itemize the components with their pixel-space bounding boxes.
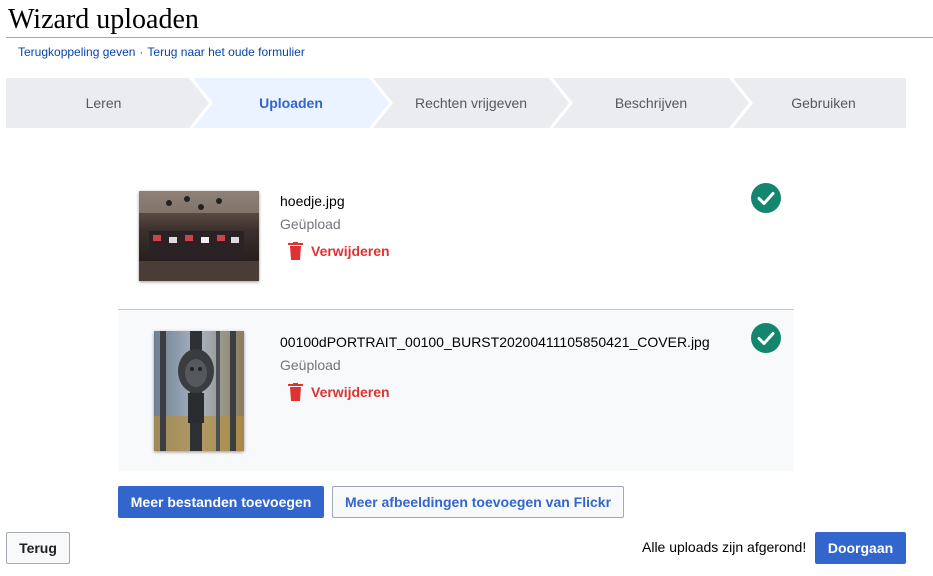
file-name: hoedje.jpg bbox=[280, 193, 345, 209]
upload-item: hoedje.jpg Geüpload Verwijderen bbox=[118, 168, 794, 308]
file-status: Geüpload bbox=[280, 216, 341, 232]
step-beschrijven: Beschrijven bbox=[614, 95, 688, 111]
add-from-flickr-button[interactable]: Meer afbeeldingen toevoegen van Flickr bbox=[332, 486, 624, 518]
file-thumbnail bbox=[154, 331, 244, 451]
remove-label: Verwijderen bbox=[311, 384, 390, 400]
add-more-files-button[interactable]: Meer bestanden toevoegen bbox=[118, 486, 324, 518]
link-separator: · bbox=[139, 45, 144, 59]
feedback-link[interactable]: Terugkoppeling geven bbox=[18, 45, 135, 59]
trash-icon bbox=[288, 383, 303, 401]
step-gebruiken: Gebruiken bbox=[791, 95, 856, 111]
header-links: Terugkoppeling geven · Terug naar het oude… bbox=[18, 45, 305, 59]
step-leren: Leren bbox=[85, 95, 122, 111]
title-divider bbox=[6, 37, 933, 38]
continue-button[interactable]: Doorgaan bbox=[815, 532, 906, 564]
file-thumbnail bbox=[139, 191, 259, 281]
file-status: Geüpload bbox=[280, 357, 341, 373]
upload-item: 00100dPORTRAIT_00100_BURST20200411105850… bbox=[118, 310, 794, 471]
check-circle-icon bbox=[751, 323, 781, 353]
remove-button[interactable]: Verwijderen bbox=[288, 383, 390, 401]
trash-icon bbox=[288, 242, 303, 260]
wizard-steps: Leren Uploaden Rechten vrijgeven Beschri… bbox=[6, 78, 906, 128]
remove-button[interactable]: Verwijderen bbox=[288, 242, 390, 260]
file-name: 00100dPORTRAIT_00100_BURST20200411105850… bbox=[280, 334, 710, 350]
check-circle-icon bbox=[751, 183, 781, 213]
step-rechten-vrijgeven: Rechten vrijgeven bbox=[414, 95, 528, 111]
back-button[interactable]: Terug bbox=[6, 532, 70, 564]
all-done-message: Alle uploads zijn afgerond! bbox=[642, 539, 807, 555]
page-title: Wizard uploaden bbox=[8, 4, 199, 35]
old-form-link[interactable]: Terug naar het oude formulier bbox=[147, 45, 304, 59]
remove-label: Verwijderen bbox=[311, 243, 390, 259]
step-uploaden: Uploaden bbox=[259, 95, 323, 111]
